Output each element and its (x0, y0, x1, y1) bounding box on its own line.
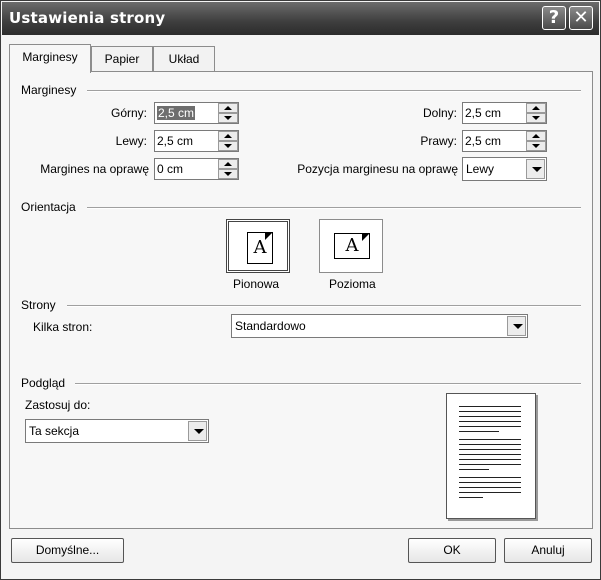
section-preview: Podgląd (21, 376, 66, 390)
gutter-label: Margines na oprawę (40, 162, 149, 176)
cancel-button-label: Anuluj (531, 543, 565, 557)
close-button[interactable]: ✕ (569, 6, 593, 30)
portrait-glyph: A (253, 237, 267, 258)
section-margins: Marginesy (21, 83, 77, 97)
dialog-title: Ustawienia strony (9, 9, 166, 27)
spin-down-icon[interactable] (218, 113, 238, 123)
tab-margins[interactable]: Marginesy (9, 44, 91, 73)
landscape-label: Pozioma (329, 277, 376, 291)
left-margin-value[interactable]: 2,5 cm (157, 134, 193, 148)
multiple-pages-select[interactable]: Standardowo (231, 314, 528, 338)
gutter-value[interactable]: 0 cm (157, 162, 183, 176)
landscape-glyph: A (345, 235, 359, 256)
chevron-down-icon[interactable] (507, 316, 526, 336)
multiple-pages-value: Standardowo (235, 319, 306, 333)
tab-paper-label: Papier (104, 52, 140, 66)
bottom-margin-value[interactable]: 2,5 cm (465, 106, 501, 120)
spin-up-icon[interactable] (218, 159, 238, 169)
section-divider (87, 90, 581, 92)
cancel-button[interactable]: Anuluj (504, 538, 592, 563)
section-divider (67, 305, 581, 307)
top-margin-stepper[interactable]: 2,5 cm (154, 102, 239, 124)
section-pages: Strony (21, 298, 56, 312)
portrait-option[interactable]: A (226, 219, 290, 273)
page-setup-dialog: Ustawienia strony ? ✕ Marginesy Papier U… (0, 0, 601, 580)
spin-up-icon[interactable] (526, 131, 546, 141)
left-margin-stepper[interactable]: 2,5 cm (154, 130, 239, 152)
portrait-label: Pionowa (233, 277, 280, 291)
landscape-page-icon: A (334, 233, 370, 259)
spin-down-icon[interactable] (526, 141, 546, 151)
spin-up-icon[interactable] (218, 131, 238, 141)
default-button-label: Domyślne... (35, 543, 100, 557)
landscape-option[interactable]: A (319, 219, 383, 273)
spin-up-icon[interactable] (218, 103, 238, 113)
top-margin-value[interactable]: 2,5 cm (157, 106, 196, 120)
multiple-pages-label: Kilka stron: (33, 320, 93, 334)
gutter-stepper[interactable]: 0 cm (154, 158, 239, 180)
apply-to-label: Zastosuj do: (25, 398, 91, 412)
chevron-down-icon[interactable] (526, 159, 545, 179)
page-preview (446, 393, 536, 519)
bottom-margin-label: Dolny: (422, 106, 457, 120)
section-orientation: Orientacja (21, 200, 76, 214)
gutter-position-select[interactable]: Lewy (462, 157, 547, 181)
right-margin-stepper[interactable]: 2,5 cm (462, 130, 547, 152)
ok-button-label: OK (443, 543, 461, 557)
tab-margins-label: Marginesy (22, 50, 78, 64)
help-button[interactable]: ? (542, 6, 566, 30)
spin-down-icon[interactable] (218, 169, 238, 179)
title-bar[interactable]: Ustawienia strony ? ✕ (2, 2, 599, 35)
tab-layout-label: Układ (168, 52, 200, 66)
ok-button[interactable]: OK (408, 538, 496, 563)
bottom-margin-stepper[interactable]: 2,5 cm (462, 102, 547, 124)
portrait-page-icon: A (247, 232, 273, 264)
top-margin-label: Górny: (110, 106, 147, 120)
gutter-position-value: Lewy (466, 162, 495, 176)
tab-paper[interactable]: Papier (91, 46, 153, 72)
section-divider (75, 383, 581, 385)
gutter-position-label: Pozycja marginesu na oprawę (297, 162, 458, 176)
section-divider (87, 207, 581, 209)
tab-layout[interactable]: Układ (153, 46, 215, 72)
right-margin-label: Prawy: (420, 134, 457, 148)
apply-to-select[interactable]: Ta sekcja (25, 419, 209, 443)
chevron-down-icon[interactable] (188, 421, 207, 441)
left-margin-label: Lewy: (115, 134, 147, 148)
default-button[interactable]: Domyślne... (11, 538, 124, 563)
spin-down-icon[interactable] (218, 141, 238, 151)
right-margin-value[interactable]: 2,5 cm (465, 134, 501, 148)
spin-down-icon[interactable] (526, 113, 546, 123)
spin-up-icon[interactable] (526, 103, 546, 113)
apply-to-value: Ta sekcja (29, 424, 80, 438)
